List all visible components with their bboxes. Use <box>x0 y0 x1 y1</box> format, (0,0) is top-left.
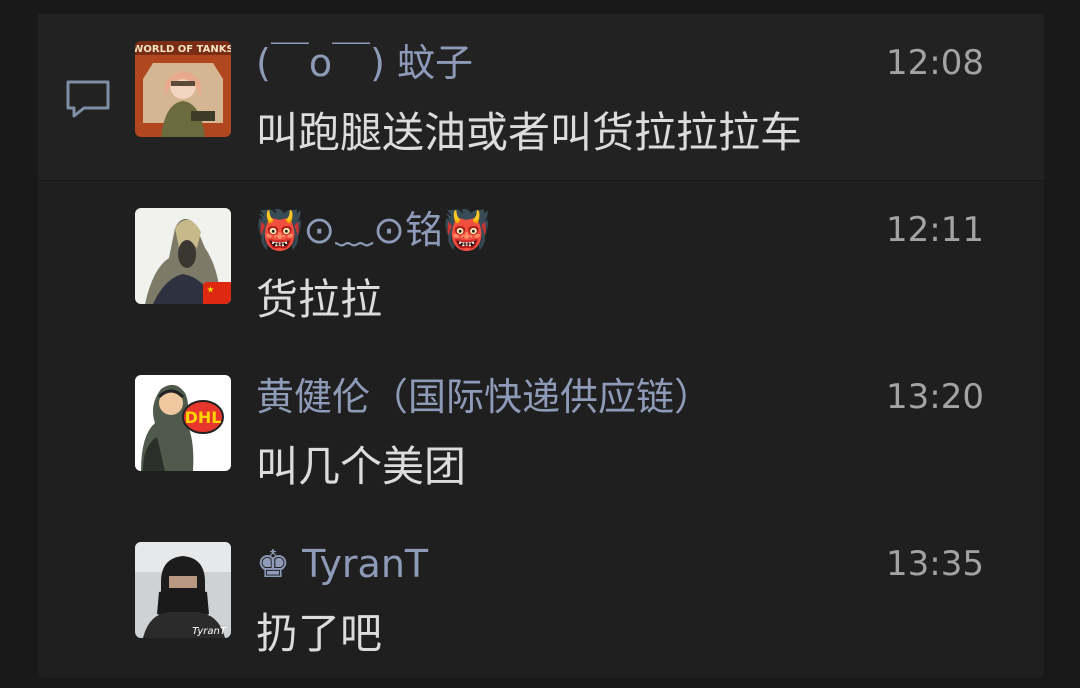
avatar-tyrant[interactable]: TyranT <box>135 542 231 638</box>
comment-bubble-icon[interactable] <box>64 78 112 120</box>
china-flag-icon <box>203 282 231 304</box>
timestamp: 13:20 <box>886 377 984 417</box>
avatar-wenzi-label: WORLD OF TANKS <box>135 44 231 55</box>
avatar-huang-label: DHL <box>185 408 222 427</box>
avatar-wenzi-image: WORLD OF TANKS <box>135 41 231 137</box>
message-text: 货拉拉 <box>256 275 383 324</box>
timestamp: 12:11 <box>886 210 984 250</box>
sender-name[interactable]: ♚ TyranT <box>256 541 428 587</box>
avatar-tyrant-label: TyranT <box>192 626 227 637</box>
sender-name[interactable]: (￣o￣) 蚊子 <box>256 40 473 86</box>
avatar-wenzi[interactable]: WORLD OF TANKS <box>135 41 231 137</box>
message-text: 叫几个美团 <box>256 442 467 491</box>
message-row-3[interactable]: DHL 黄健伦（国际快递供应链） 13:20 叫几个美团 <box>38 348 1044 514</box>
sender-name[interactable]: 👹⊙﹏⊙铭👹 <box>256 207 490 253</box>
message-text: 扔了吧 <box>256 609 383 658</box>
avatar-tyrant-image: TyranT <box>135 542 231 638</box>
avatar-huang[interactable]: DHL <box>135 375 231 471</box>
sender-name[interactable]: 黄健伦（国际快递供应链） <box>256 374 712 420</box>
message-text: 叫跑腿送油或者叫货拉拉拉车 <box>256 108 803 157</box>
message-row-4[interactable]: TyranT ♚ TyranT 13:35 扔了吧 <box>38 515 1044 681</box>
avatar-ming[interactable] <box>135 208 231 304</box>
message-row-2[interactable]: 👹⊙﹏⊙铭👹 12:11 货拉拉 <box>38 181 1044 347</box>
timestamp: 12:08 <box>886 43 984 83</box>
avatar-huang-image: DHL <box>135 375 231 471</box>
message-row-1[interactable]: WORLD OF TANKS (￣o￣) 蚊子 12:08 叫跑腿送油或者叫货拉… <box>38 14 1044 181</box>
timestamp: 13:35 <box>886 544 984 584</box>
